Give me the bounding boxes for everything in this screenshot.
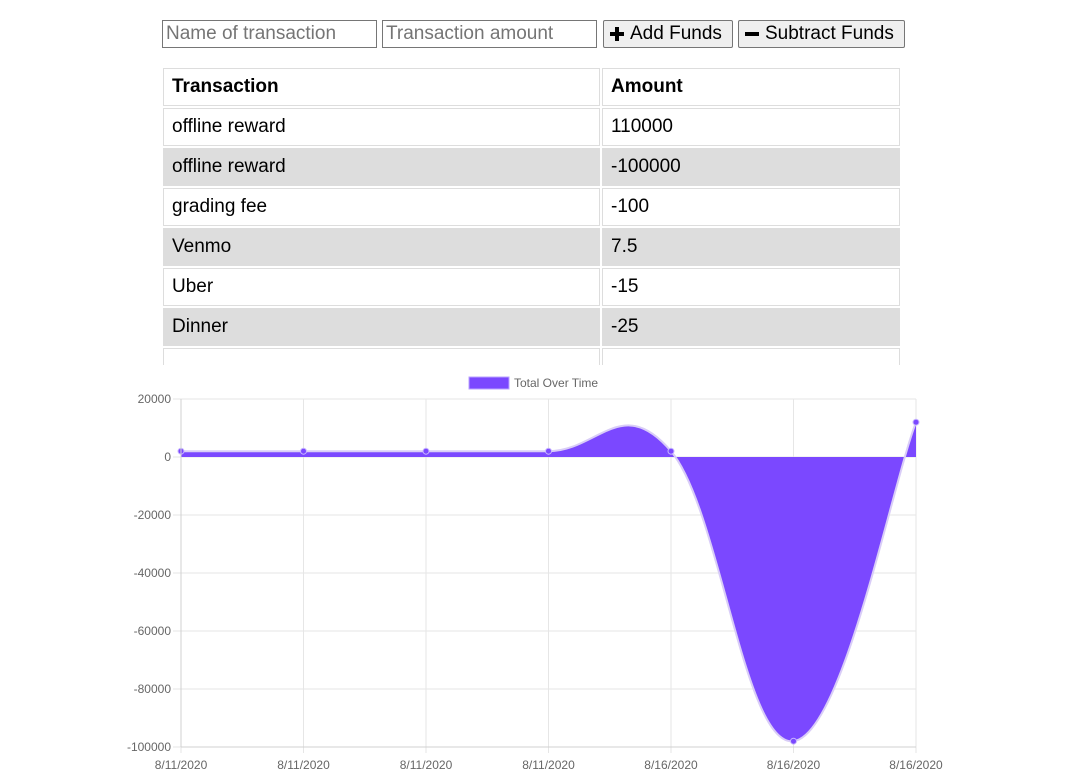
y-tick-label: -80000 — [134, 682, 172, 696]
transaction-name-cell: offline reward — [163, 108, 600, 146]
x-tick-label: 8/16/2020 — [889, 758, 943, 772]
x-tick-label: 8/11/2020 — [277, 758, 330, 772]
transaction-name-cell: Venmo — [163, 228, 600, 266]
table-header-row: Transaction Amount — [163, 68, 900, 106]
transaction-form: Add Funds Subtract Funds — [162, 20, 905, 48]
transactions-table-container[interactable]: Transaction Amount offline reward 110000… — [163, 68, 904, 365]
data-point — [545, 447, 552, 455]
transaction-name-cell: Uber — [163, 268, 600, 306]
x-tick-label: 8/16/2020 — [767, 758, 821, 772]
y-tick-label: -60000 — [134, 624, 172, 638]
transaction-name-cell: grading fee — [163, 188, 600, 226]
y-tick-label: 20000 — [138, 392, 172, 406]
plus-icon — [610, 27, 624, 41]
transaction-name-cell: Dinner — [163, 308, 600, 346]
transaction-amount-cell — [602, 348, 900, 365]
data-point — [422, 447, 430, 455]
data-point — [300, 447, 307, 455]
data-point — [790, 737, 797, 745]
x-tick-label: 8/11/2020 — [522, 758, 575, 772]
subtract-funds-label: Subtract Funds — [765, 23, 894, 44]
transaction-amount-input[interactable] — [382, 20, 597, 48]
transaction-name-cell — [163, 348, 600, 365]
column-header-transaction: Transaction — [163, 68, 600, 106]
transaction-amount-cell: -15 — [602, 268, 900, 306]
add-funds-label: Add Funds — [630, 23, 722, 44]
legend-label: Total Over Time — [514, 376, 598, 390]
transaction-name-cell: offline reward — [163, 148, 600, 186]
table-row: Venmo 7.5 — [163, 228, 900, 266]
add-funds-button[interactable]: Add Funds — [603, 20, 733, 48]
transaction-amount-cell: -100 — [602, 188, 900, 226]
table-row: offline reward -100000 — [163, 148, 900, 186]
chart-canvas: 20000 0 -20000 -40000 -60000 -80000 -100000 8/1… — [127, 376, 943, 772]
x-tick-label: 8/16/2020 — [644, 758, 698, 772]
total-over-time-chart: 20000 0 -20000 -40000 -60000 -80000 -100000 8/1… — [0, 368, 1087, 782]
transactions-table: Transaction Amount offline reward 110000… — [163, 68, 902, 365]
column-header-amount: Amount — [602, 68, 900, 106]
transaction-amount-cell: -25 — [602, 308, 900, 346]
table-row — [163, 348, 900, 365]
x-tick-label: 8/11/2020 — [155, 758, 208, 772]
y-tick-label: -40000 — [134, 566, 172, 580]
transaction-amount-cell: -100000 — [602, 148, 900, 186]
table-row: offline reward 110000 — [163, 108, 900, 146]
minus-icon — [745, 27, 759, 41]
y-tick-label: -20000 — [134, 508, 172, 522]
table-row: Dinner -25 — [163, 308, 900, 346]
transaction-amount-cell: 7.5 — [602, 228, 900, 266]
y-tick-label: 0 — [164, 450, 171, 464]
transaction-amount-cell: 110000 — [602, 108, 900, 146]
transaction-name-input[interactable] — [162, 20, 377, 48]
data-point — [667, 447, 675, 455]
table-row: Uber -15 — [163, 268, 900, 306]
table-row: grading fee -100 — [163, 188, 900, 226]
data-point — [912, 418, 920, 426]
subtract-funds-button[interactable]: Subtract Funds — [738, 20, 905, 48]
legend-swatch — [468, 376, 510, 390]
y-tick-label: -100000 — [127, 740, 171, 754]
x-tick-label: 8/11/2020 — [400, 758, 453, 772]
